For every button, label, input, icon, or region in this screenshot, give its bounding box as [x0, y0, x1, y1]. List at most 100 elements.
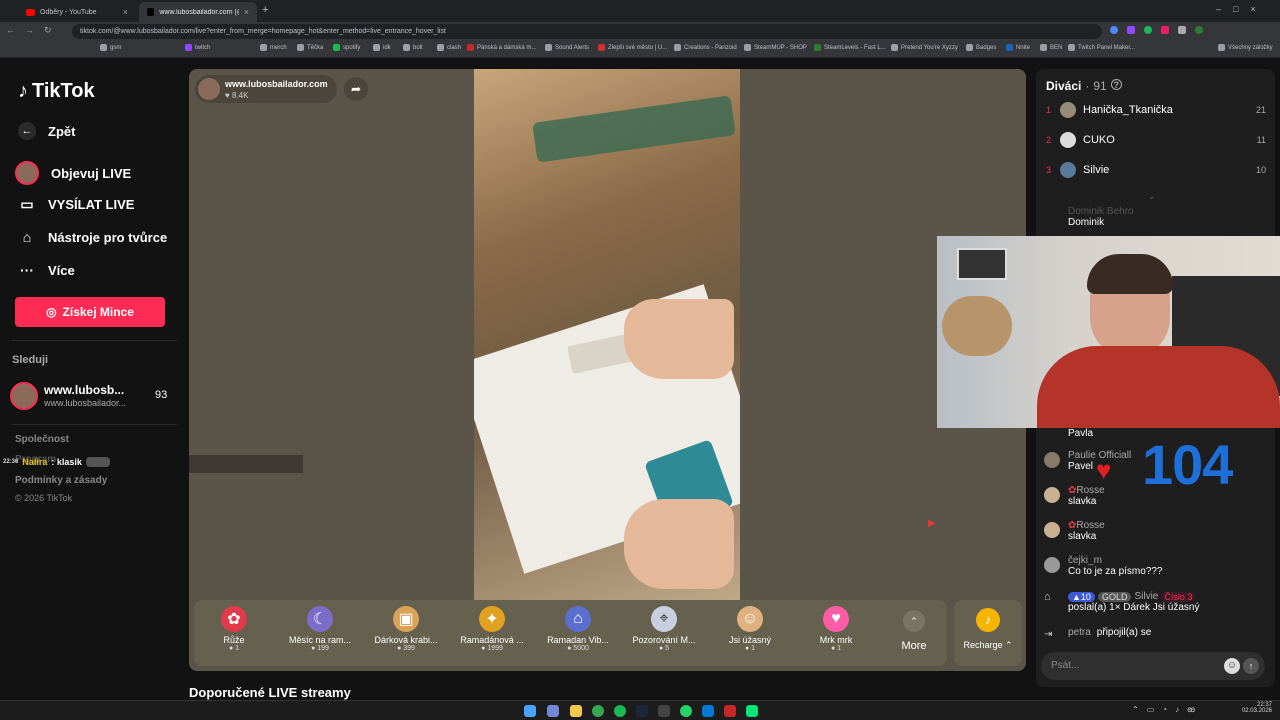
share-icon[interactable]: ➦	[344, 77, 368, 101]
nav-more[interactable]: ··· Více	[18, 261, 75, 279]
overlay-bar	[189, 455, 303, 473]
more-gifts-button[interactable]: ⌃ More	[884, 610, 944, 652]
bookmark[interactable]: bolt	[403, 44, 423, 51]
new-tab-button[interactable]: +	[262, 4, 268, 16]
bookmark[interactable]: merch	[260, 44, 287, 51]
bookmark[interactable]: Pretend You're Xyzzy	[891, 44, 958, 51]
bookmarks-bar: gsm twitch merch Těčka spotify idk bolt …	[0, 41, 1280, 58]
app-icon[interactable]	[746, 705, 758, 717]
tray-icons[interactable]: ⌃▭◔♪ꙭ	[1132, 705, 1203, 714]
gift-mosque[interactable]: ⌂ Ramadan Vib... ● 5000	[538, 606, 618, 652]
discord-icon[interactable]	[547, 705, 559, 717]
bookmark[interactable]: SteamMUP - SHOP	[744, 44, 807, 51]
live-avatar-icon	[15, 161, 39, 185]
divider	[12, 340, 177, 341]
top-viewer[interactable]: 1 Hanička_Tkanička 21	[1046, 102, 1266, 118]
bookmark[interactable]: gsm	[100, 44, 121, 51]
bookmark[interactable]: BEN	[1040, 44, 1062, 51]
steam-icon[interactable]	[636, 705, 648, 717]
car-icon	[85, 457, 110, 467]
spotify-icon[interactable]	[614, 705, 626, 717]
bookmark[interactable]: Sound Alerts	[545, 44, 589, 51]
tab-tiktok[interactable]: www.lubosbailador.com (@... ×	[139, 2, 257, 22]
gift-message: ⌂ ▲10 GOLD Silvie Číslo 3 poslal(a) 1× D…	[1044, 591, 1200, 613]
gift-box[interactable]: ▣ Dárková krabi... ● 399	[366, 606, 446, 652]
tab-youtube[interactable]: Odběry - YouTube ×	[18, 2, 136, 22]
bookmark[interactable]: spotify	[333, 44, 360, 51]
close-icon[interactable]: ×	[123, 7, 128, 17]
arrow-left-icon: ←	[18, 122, 36, 140]
bookmark[interactable]: Pánská a dámská m...	[467, 44, 536, 51]
hand	[624, 499, 734, 589]
chrome-icon[interactable]	[592, 705, 604, 717]
gift-counter: 104	[1142, 433, 1233, 496]
youtube-icon	[26, 8, 35, 16]
lantern-icon: ✦	[479, 606, 505, 632]
gift-telescope[interactable]: ⌖ Pozorování M... ● 5	[624, 606, 704, 652]
company-link[interactable]: Společnost	[15, 434, 69, 445]
bookmark[interactable]: Těčka	[297, 44, 323, 51]
whatsapp-icon[interactable]	[680, 705, 692, 717]
coin-icon: ◎	[46, 305, 57, 319]
camera-icon: ▭	[20, 195, 34, 212]
back-button[interactable]: ← Zpět	[18, 122, 75, 140]
recommended-title: Doporučené LIVE streamy	[189, 685, 351, 700]
host-badge[interactable]: www.lubosbailador.com ♥ 8.4K	[195, 75, 337, 103]
terms-link[interactable]: Podmínky a zásady	[15, 475, 107, 486]
following-handle: www.lubosbailador...	[44, 398, 127, 408]
following-item[interactable]: www.lubosb... www.lubosbailador... 93	[10, 380, 175, 412]
nav-creator-tools[interactable]: ⌂ Nástroje pro tvůrce	[18, 228, 167, 246]
nav-arrows-icon[interactable]: ←→↻	[6, 25, 62, 36]
host-avatar	[198, 78, 220, 100]
folder-icon[interactable]	[570, 705, 582, 717]
pillow-dog	[942, 296, 1012, 356]
window-controls[interactable]: –□×	[1216, 4, 1268, 14]
gift-rose[interactable]: ✿ Růže ● 1	[194, 606, 274, 652]
divider	[12, 424, 177, 425]
bookmark[interactable]: Twitch Panel Maker...	[1068, 44, 1135, 51]
avatar	[1060, 132, 1076, 148]
close-icon[interactable]: ×	[244, 7, 249, 17]
clock[interactable]: 22:37 02.03.2026	[1240, 702, 1272, 714]
address-input[interactable]: tiktok.com/@www.lubosbailador.com/live?e…	[72, 24, 1102, 39]
chevron-up-icon: ⌃	[903, 610, 925, 632]
bookmark[interactable]: Badges	[966, 44, 996, 51]
top-viewer[interactable]: 3 Silvie 10	[1046, 162, 1266, 178]
chat-message: Dominik Behro Dominik	[1068, 206, 1134, 228]
bookmark[interactable]: twitch	[185, 44, 210, 51]
cat-icon: ☺	[737, 606, 763, 632]
app-icon[interactable]	[658, 705, 670, 717]
bookmark-all[interactable]: Všechny záložky	[1218, 44, 1273, 51]
recharge-button[interactable]: ♪ Recharge ⌃	[954, 600, 1022, 666]
host-name: www.lubosbailador.com	[225, 79, 328, 89]
bookmark[interactable]: clash	[437, 44, 461, 51]
app-icon[interactable]	[724, 705, 736, 717]
get-coins-button[interactable]: ◎ Získej Mince	[15, 297, 165, 327]
gift-lantern[interactable]: ✦ Ramadánová ... ● 1999	[452, 606, 532, 652]
bookmark[interactable]: Zlepši své město | U...	[598, 44, 667, 51]
coin-icon: ♪	[976, 608, 1000, 632]
live-player[interactable]: www.lubosbailador.com ♥ 8.4K ➦ ✿ Růže ● 1 …	[189, 69, 1026, 671]
bookmark[interactable]: idk	[373, 44, 391, 51]
gift-moon[interactable]: ☾ Měsíc na ram... ● 199	[280, 606, 360, 652]
nav-discover-live[interactable]: Objevuj LIVE	[15, 161, 131, 185]
windows-start-icon[interactable]	[524, 705, 536, 717]
top-viewer[interactable]: 2 CUKO 11	[1046, 132, 1266, 148]
bookmark[interactable]: Creations - Panzoid	[674, 44, 737, 51]
app-icon[interactable]	[702, 705, 714, 717]
gift-heart[interactable]: ♥ Mrk mrk ● 1	[796, 606, 876, 652]
chevron-down-icon[interactable]: ⌄	[1148, 191, 1156, 202]
nav-go-live[interactable]: ▭ VYSÍLAT LIVE	[18, 195, 134, 213]
help-icon: ?	[1110, 79, 1122, 90]
avatar	[1060, 162, 1076, 178]
bookmark[interactable]: Nnite	[1006, 44, 1030, 51]
tiktok-tab-icon	[147, 8, 155, 16]
viewers-header: Diváci · 91 ?	[1046, 79, 1122, 93]
send-icon[interactable]: ↑	[1243, 658, 1259, 674]
tiktok-logo[interactable]: ♪ TikTok	[18, 80, 95, 103]
emoji-icon[interactable]: ☺	[1224, 658, 1240, 674]
extension-icons[interactable]	[1110, 26, 1270, 36]
bookmark[interactable]: SteamLevels - Fast L...	[814, 44, 886, 51]
telescope-icon: ⌖	[651, 606, 677, 632]
gift-cat[interactable]: ☺ Jsi úžasný ● 1	[710, 606, 790, 652]
